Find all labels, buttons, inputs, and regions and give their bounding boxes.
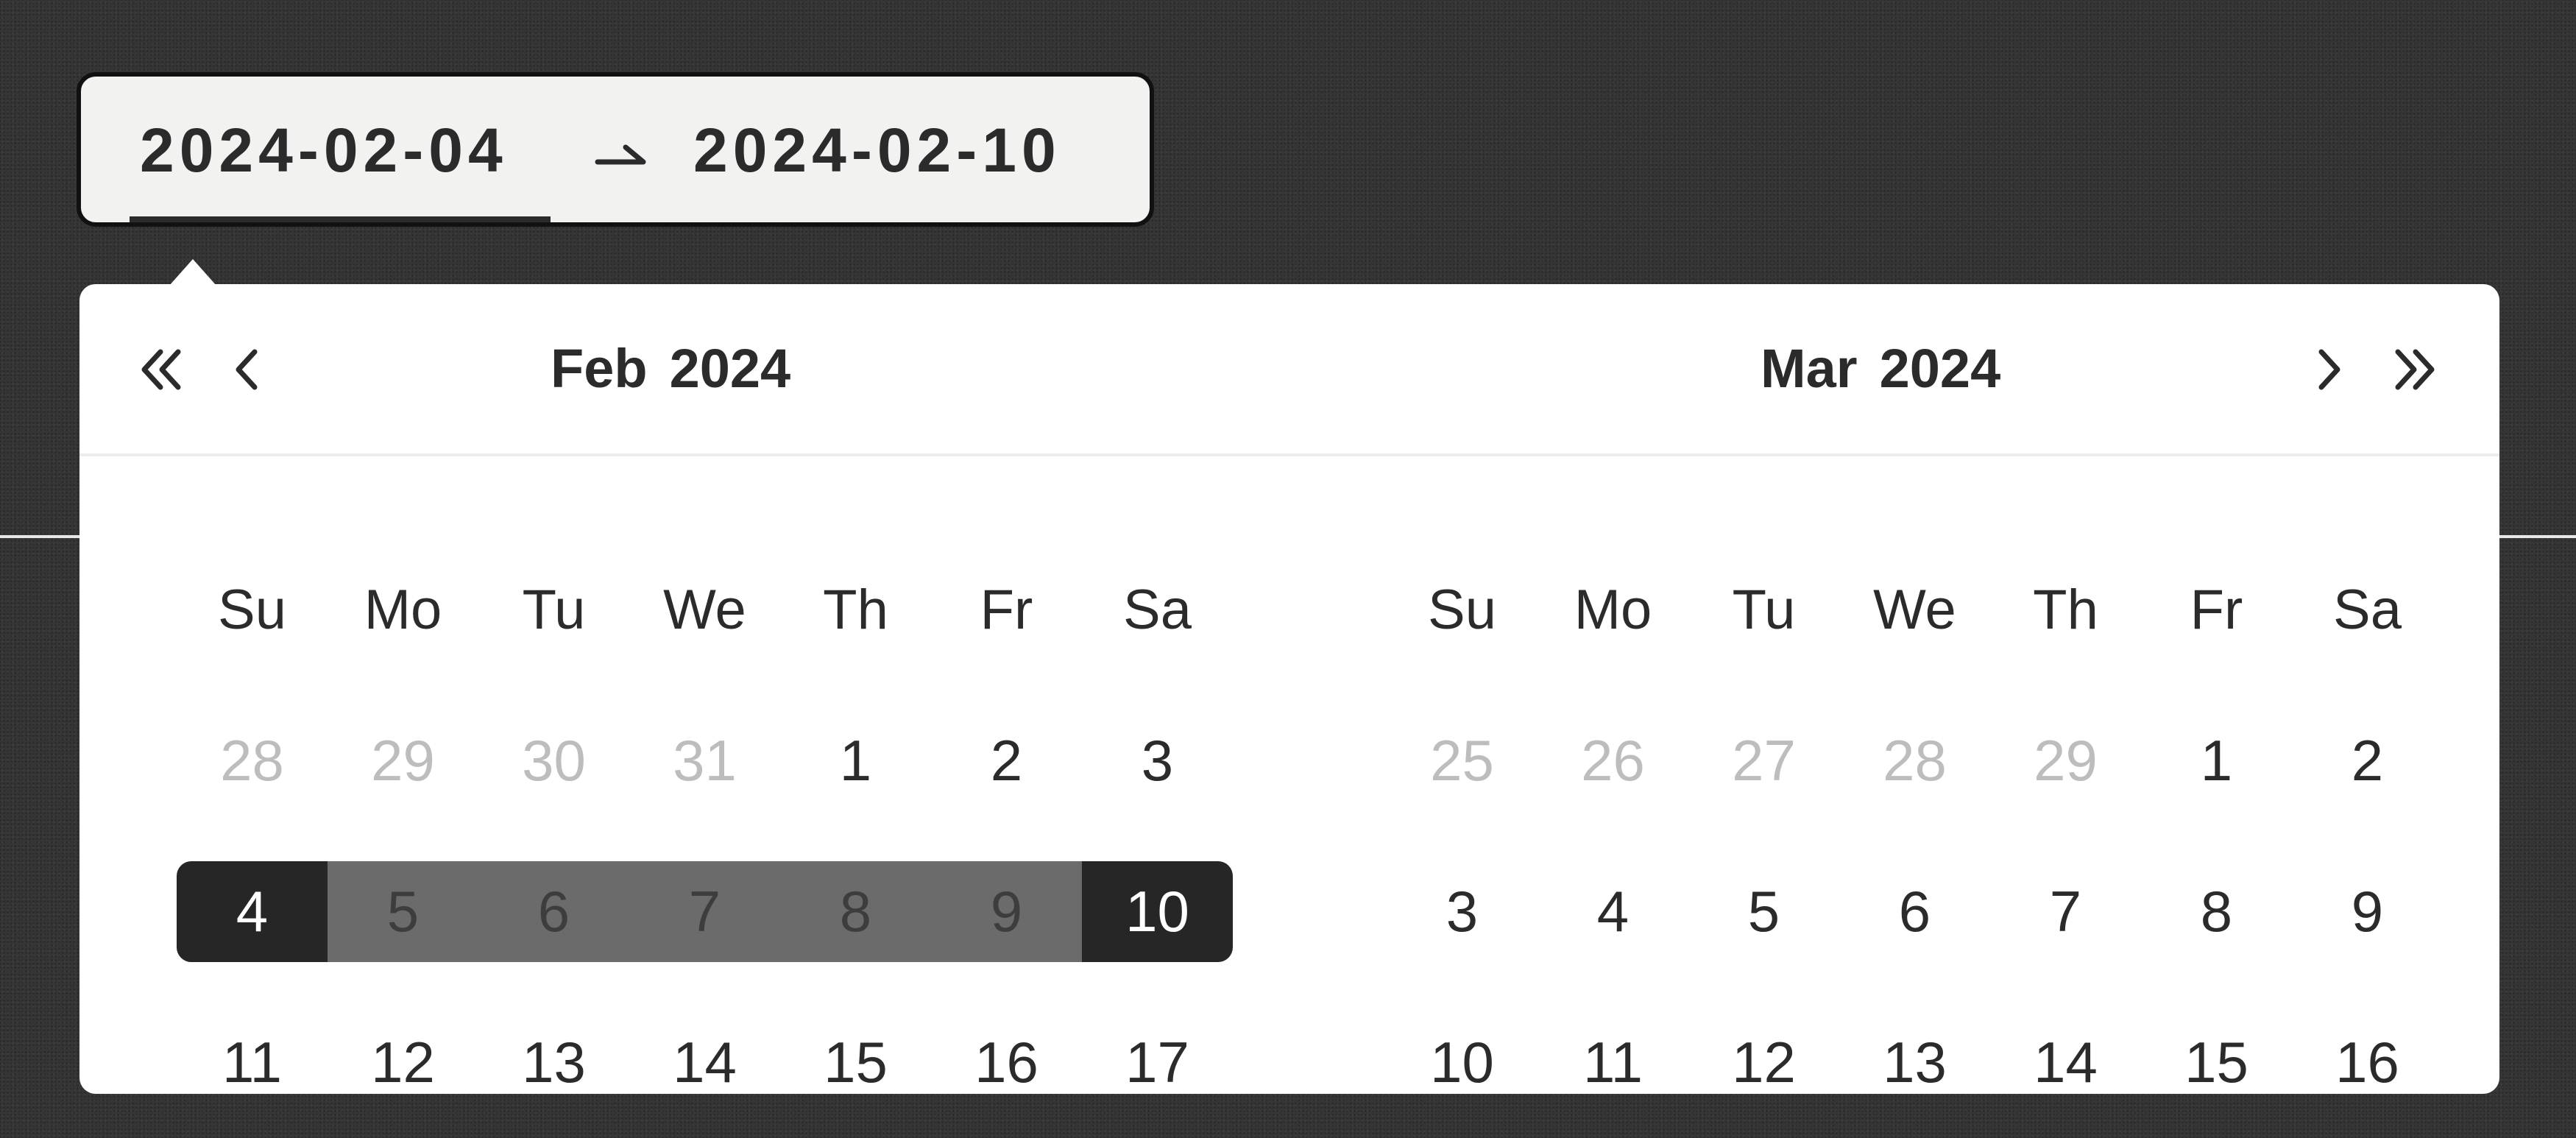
left-day-cell-in-range[interactable]: 9 (931, 861, 1082, 962)
right-weekday-header: Sa (2333, 579, 2402, 641)
left-day-cell-start[interactable]: 4 (177, 861, 328, 962)
left-weekday-header: Mo (364, 579, 442, 641)
left-day-cell-muted[interactable]: 31 (629, 685, 780, 836)
right-day-cell[interactable]: 2 (2292, 685, 2443, 836)
right-day-cell[interactable]: 3 (1387, 836, 1538, 987)
right-calendar-grid: Su Mo Tu We Th Fr Sa 25 26 27 28 29 1 2 3 4 5 6 7 8 9 10 11 12 1… (1387, 534, 2446, 1138)
chevron-left-icon[interactable] (218, 340, 277, 399)
right-day-cell-muted[interactable]: 26 (1538, 685, 1688, 836)
right-year-label[interactable]: 2024 (1880, 337, 2001, 400)
right-day-cell[interactable]: 16 (2292, 987, 2443, 1138)
left-day-cell-in-range[interactable]: 6 (478, 861, 629, 962)
right-day-cell[interactable]: 5 (1688, 836, 1839, 987)
right-day-cell[interactable]: 13 (1839, 987, 1990, 1138)
right-day-cell-muted[interactable]: 28 (1839, 685, 1990, 836)
left-weekday-header: Fr (980, 579, 1033, 641)
left-day-cell[interactable]: 3 (1082, 685, 1233, 836)
right-weekday-header: Fr (2190, 579, 2243, 641)
picker-header: Feb 2024 Mar 2024 (79, 284, 2499, 456)
active-input-indicator (130, 216, 551, 222)
date-picker-panel: Feb 2024 Mar 2024 Su Mo Tu We Th Fr Sa 28 29 30 31… (79, 284, 2499, 1095)
right-weekday-header: Th (2033, 579, 2098, 641)
right-weekday-header: Su (1428, 579, 1496, 641)
left-day-cell[interactable]: 14 (629, 987, 780, 1138)
background-divider-right (2499, 535, 2576, 538)
right-day-cell[interactable]: 9 (2292, 836, 2443, 987)
left-weekday-header: Su (218, 579, 286, 641)
right-day-cell[interactable]: 7 (1990, 836, 2141, 987)
double-chevron-left-icon[interactable] (132, 340, 191, 399)
left-day-cell-in-range[interactable]: 8 (780, 861, 931, 962)
left-weekday-header: We (663, 579, 746, 641)
left-day-cell[interactable]: 17 (1082, 987, 1233, 1138)
right-day-cell[interactable]: 12 (1688, 987, 1839, 1138)
right-weekday-header: Mo (1574, 579, 1652, 641)
chevron-right-icon[interactable] (2299, 340, 2358, 399)
right-day-cell-muted[interactable]: 25 (1387, 685, 1538, 836)
right-day-cell[interactable]: 8 (2141, 836, 2292, 987)
right-month-label[interactable]: Mar (1761, 337, 1858, 400)
left-day-cell[interactable]: 1 (780, 685, 931, 836)
right-day-cell[interactable]: 14 (1990, 987, 2141, 1138)
popup-pointer (169, 259, 216, 286)
right-day-cell[interactable]: 10 (1387, 987, 1538, 1138)
left-day-cell[interactable]: 12 (328, 987, 478, 1138)
left-day-cell-muted[interactable]: 29 (328, 685, 478, 836)
double-chevron-right-icon[interactable] (2385, 340, 2444, 399)
left-calendar-grid: Su Mo Tu We Th Fr Sa 28 29 30 31 1 2 3 4 5 6 7 8 9 10 11 12 13 1… (177, 534, 1236, 1138)
left-day-cell-muted[interactable]: 28 (177, 685, 328, 836)
left-day-cell-in-range[interactable]: 7 (629, 861, 780, 962)
background-divider-left (0, 535, 79, 538)
start-date-input[interactable]: 2024-02-04 (140, 115, 508, 186)
right-month-title: Mar 2024 (1761, 337, 2000, 400)
left-day-cell[interactable]: 13 (478, 987, 629, 1138)
right-day-cell[interactable]: 15 (2141, 987, 2292, 1138)
left-year-label[interactable]: 2024 (670, 337, 791, 400)
left-day-cell[interactable]: 11 (177, 987, 328, 1138)
left-day-cell[interactable]: 2 (931, 685, 1082, 836)
left-month-title: Feb 2024 (551, 337, 790, 400)
left-day-cell[interactable]: 16 (931, 987, 1082, 1138)
left-weekday-header: Th (823, 579, 888, 641)
left-day-cell-in-range[interactable]: 5 (328, 861, 478, 962)
left-day-cell-muted[interactable]: 30 (478, 685, 629, 836)
left-calendar: Su Mo Tu We Th Fr Sa 28 29 30 31 1 2 3 4 5 6 7 8 9 10 11 12 13 1… (177, 534, 1236, 1138)
right-weekday-header: Tu (1732, 579, 1796, 641)
right-day-cell[interactable]: 11 (1538, 987, 1688, 1138)
left-weekday-header: Sa (1123, 579, 1192, 641)
date-range-input[interactable]: 2024-02-04 2024-02-10 (77, 72, 1154, 227)
left-weekday-header: Tu (522, 579, 586, 641)
end-date-input[interactable]: 2024-02-10 (693, 115, 1061, 186)
right-day-cell[interactable]: 1 (2141, 685, 2292, 836)
left-day-cell[interactable]: 15 (780, 987, 931, 1138)
range-arrow-icon (587, 97, 654, 197)
right-calendar: Su Mo Tu We Th Fr Sa 25 26 27 28 29 1 2 3 4 5 6 7 8 9 10 11 12 1… (1387, 534, 2446, 1138)
right-day-cell[interactable]: 4 (1538, 836, 1688, 987)
right-day-cell-muted[interactable]: 27 (1688, 685, 1839, 836)
right-weekday-header: We (1873, 579, 1956, 641)
right-day-cell-muted[interactable]: 29 (1990, 685, 2141, 836)
left-day-cell-end[interactable]: 10 (1082, 861, 1233, 962)
left-month-label[interactable]: Feb (551, 337, 648, 400)
right-day-cell[interactable]: 6 (1839, 836, 1990, 987)
